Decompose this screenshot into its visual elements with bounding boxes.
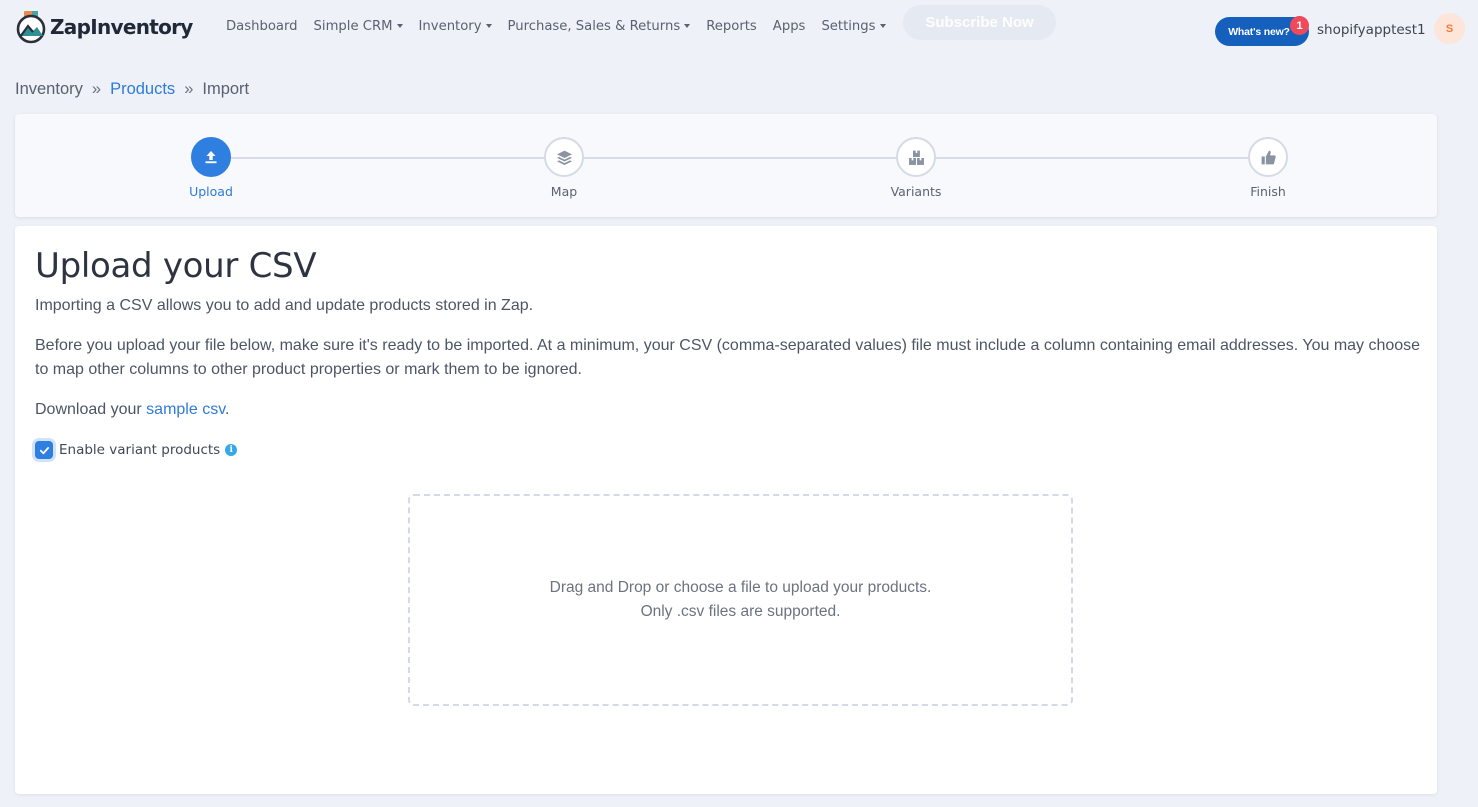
breadcrumb-products-link[interactable]: Products bbox=[110, 80, 175, 99]
upload-icon bbox=[205, 151, 217, 164]
nav-simple-crm[interactable]: Simple CRM bbox=[314, 19, 403, 34]
step-circle bbox=[191, 137, 231, 177]
step-circle bbox=[1248, 137, 1288, 177]
step-finish[interactable]: Finish bbox=[1228, 137, 1308, 199]
nav-settings[interactable]: Settings bbox=[821, 18, 886, 34]
enable-variant-label[interactable]: Enable variant products bbox=[59, 442, 220, 458]
step-label: Finish bbox=[1250, 184, 1286, 199]
nav-label: Apps bbox=[772, 18, 806, 34]
breadcrumb: Inventory » Products » Import bbox=[15, 80, 249, 99]
csv-dropzone[interactable]: Drag and Drop or choose a file to upload… bbox=[408, 494, 1073, 706]
nav-label: Simple CRM bbox=[313, 18, 393, 34]
subscribe-button[interactable]: Subscribe Now bbox=[903, 5, 1056, 40]
nav-label: Settings bbox=[821, 18, 876, 34]
info-icon[interactable]: i bbox=[225, 444, 238, 456]
nav-label: Dashboard bbox=[226, 18, 298, 34]
sample-csv-link[interactable]: sample csv bbox=[146, 401, 225, 418]
step-label: Variants bbox=[890, 184, 942, 199]
step-label: Upload bbox=[189, 184, 233, 199]
layers-icon bbox=[556, 150, 572, 165]
step-circle bbox=[544, 137, 584, 177]
breadcrumb-separator: » bbox=[91, 80, 102, 98]
checkmark-icon bbox=[39, 446, 49, 454]
brand-logo[interactable]: ZapInventory bbox=[15, 10, 193, 44]
nav-dashboard[interactable]: Dashboard bbox=[226, 19, 298, 34]
stepper-track bbox=[211, 157, 1268, 159]
dropzone-file-types: Only .csv files are supported. bbox=[640, 603, 841, 620]
nav-apps[interactable]: Apps bbox=[773, 19, 806, 34]
dropzone-instruction: Drag and Drop or choose a file to upload… bbox=[549, 579, 932, 596]
enable-variant-checkbox[interactable] bbox=[35, 441, 53, 459]
intro-text: Importing a CSV allows you to add and up… bbox=[35, 297, 534, 314]
zap-logo-icon bbox=[16, 11, 46, 44]
caret-down-icon bbox=[485, 24, 492, 28]
variant-products-option: Enable variant products i bbox=[35, 440, 238, 460]
step-upload[interactable]: Upload bbox=[171, 137, 251, 199]
breadcrumb-current: Import bbox=[202, 80, 250, 98]
caret-down-icon bbox=[684, 24, 691, 28]
import-stepper: Upload Map Variants Finish bbox=[15, 114, 1437, 217]
user-name[interactable]: shopifyapptest1 bbox=[1317, 22, 1426, 38]
nav-label: Reports bbox=[706, 18, 757, 34]
caret-down-icon bbox=[396, 24, 403, 28]
brand-name: ZapInventory bbox=[50, 15, 193, 39]
nav-label: Inventory bbox=[418, 18, 482, 34]
thumbs-up-icon bbox=[1261, 150, 1276, 164]
main-nav: Dashboard Simple CRM Inventory Purchase,… bbox=[226, 17, 902, 35]
step-variants[interactable]: Variants bbox=[876, 137, 956, 199]
notification-badge: 1 bbox=[1290, 16, 1309, 35]
boxes-icon bbox=[908, 150, 924, 165]
nav-inventory[interactable]: Inventory bbox=[419, 19, 492, 34]
step-circle bbox=[896, 137, 936, 177]
step-map[interactable]: Map bbox=[524, 137, 604, 199]
download-sample-text: Download your sample csv. bbox=[35, 398, 1430, 422]
top-navbar: ZapInventory Dashboard Simple CRM Invent… bbox=[0, 0, 1478, 52]
download-prefix: Download your bbox=[35, 401, 147, 418]
avatar[interactable]: S bbox=[1434, 13, 1465, 44]
breadcrumb-inventory: Inventory bbox=[15, 80, 83, 98]
nav-purchase-sales-returns[interactable]: Purchase, Sales & Returns bbox=[508, 19, 691, 34]
download-suffix: . bbox=[225, 401, 230, 418]
instructions-text: Before you upload your file below, make … bbox=[35, 337, 1421, 378]
nav-label: Purchase, Sales & Returns bbox=[507, 18, 681, 34]
step-label: Map bbox=[550, 184, 578, 199]
nav-reports[interactable]: Reports bbox=[706, 19, 757, 34]
upload-card: Upload your CSV Importing a CSV allows y… bbox=[15, 226, 1437, 794]
caret-down-icon bbox=[879, 24, 886, 28]
page-title: Upload your CSV bbox=[35, 246, 317, 286]
breadcrumb-separator: » bbox=[184, 80, 194, 98]
